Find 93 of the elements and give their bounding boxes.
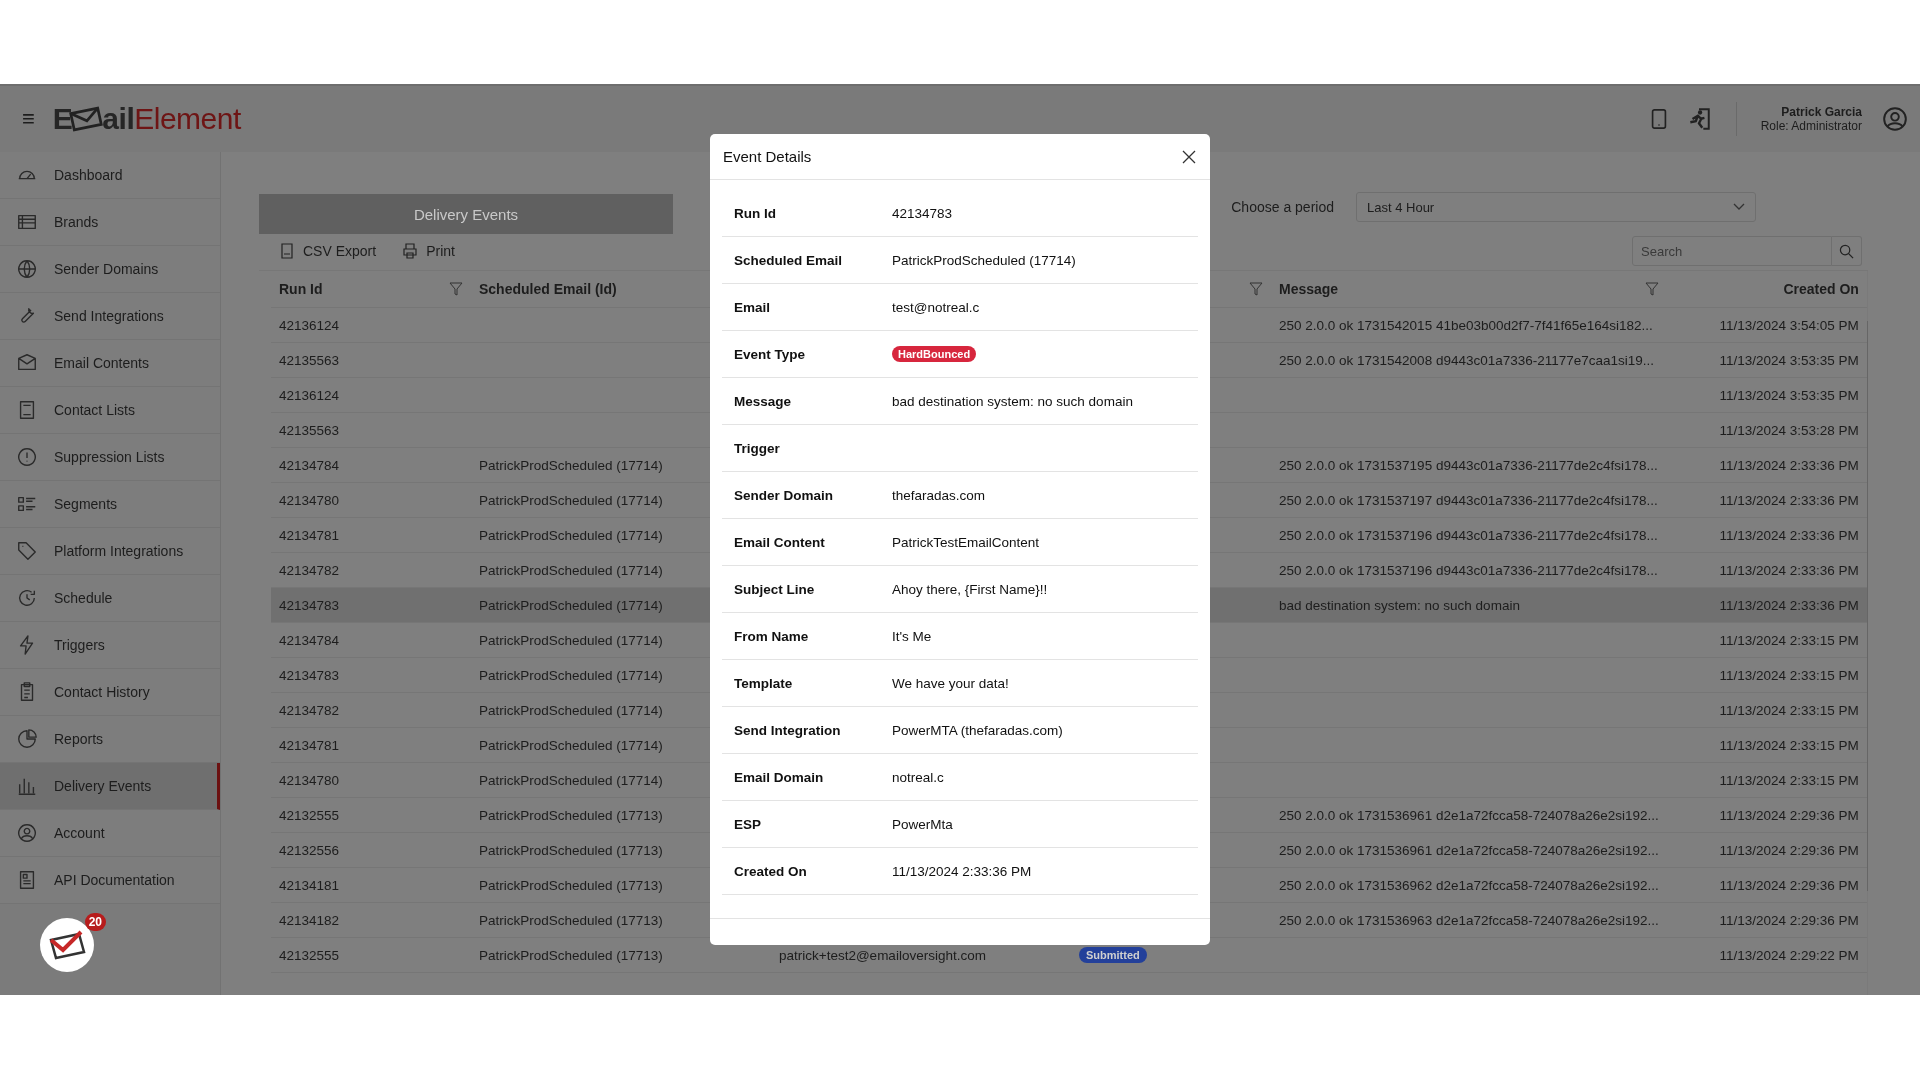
field-value: notreal.c — [892, 769, 944, 785]
table-cell: 42134781 — [279, 527, 340, 543]
table-cell: 11/13/2024 3:53:35 PM — [1719, 387, 1859, 403]
table-cell: 250 2.0.0 ok 1731536961 d2e1a72fcca58-724078a26e2si192... — [1279, 807, 1659, 823]
table-cell: PatrickProdScheduled (17713) — [479, 842, 663, 858]
field-label: Sender Domain — [734, 487, 835, 503]
table-cell: PatrickProdScheduled (17714) — [479, 632, 663, 648]
field-label: Event Type — [734, 346, 807, 362]
field-label: Email Content — [734, 534, 826, 550]
field-label: Email — [734, 299, 772, 315]
status-badge: HardBounced — [892, 346, 977, 362]
table-cell: 11/13/2024 2:33:15 PM — [1719, 667, 1859, 683]
table-cell: PatrickProdScheduled (17713) — [479, 807, 663, 823]
table-cell: 250 2.0.0 ok 1731537197 d9443c01a7336-21177de2c4fsi178... — [1279, 492, 1658, 508]
table-cell: 11/13/2024 2:33:36 PM — [1719, 527, 1859, 543]
table-cell: 42134181 — [279, 877, 340, 893]
table-cell: PatrickProdScheduled (17714) — [479, 597, 663, 613]
table-cell: PatrickProdScheduled (17714) — [479, 702, 663, 718]
field-value: We have your data! — [892, 675, 1009, 691]
table-cell: 11/13/2024 3:53:28 PM — [1719, 422, 1859, 438]
table-cell: 11/13/2024 2:29:36 PM — [1719, 842, 1859, 858]
field-label: Email Domain — [734, 769, 825, 785]
notification-count: 20 — [84, 913, 106, 931]
table-cell: PatrickProdScheduled (17714) — [479, 492, 663, 508]
table-cell: 42134784 — [279, 632, 340, 648]
table-cell: 42134781 — [279, 737, 340, 753]
table-cell: patrick+test2@emailoversight.com — [779, 947, 986, 963]
table-cell: bad destination system: no such domain — [1279, 597, 1520, 613]
table-cell: 250 2.0.0 ok 1731537196 d9443c01a7336-21177de2c4fsi178... — [1279, 527, 1658, 543]
period-label: Choose a period — [1231, 199, 1334, 215]
table-cell: 250 2.0.0 ok 1731542008 d9443c01a7336-21177e7caa1si19... — [1279, 352, 1655, 368]
table-cell: 11/13/2024 2:29:36 PM — [1719, 807, 1859, 823]
table-cell: 42132555 — [279, 947, 340, 963]
table-cell: PatrickProdScheduled (17714) — [479, 457, 663, 473]
table-cell: PatrickProdScheduled (17714) — [479, 562, 663, 578]
table-cell: 42134782 — [279, 562, 340, 578]
table-cell: 42135563 — [279, 422, 340, 438]
field-label: Scheduled Email — [734, 252, 844, 268]
field-value: PatrickProdScheduled (17714) — [892, 252, 1076, 268]
table-cell: 250 2.0.0 ok 1731537196 d9443c01a7336-21177de2c4fsi178... — [1279, 562, 1658, 578]
field-label: From Name — [734, 628, 810, 644]
table-cell: 42134784 — [279, 457, 340, 473]
table-cell: 42132556 — [279, 842, 340, 858]
table-cell: 11/13/2024 3:53:35 PM — [1719, 352, 1859, 368]
table-cell: 42136124 — [279, 317, 340, 333]
table-cell: 42134783 — [279, 667, 340, 683]
table-cell: 11/13/2024 2:33:15 PM — [1719, 632, 1859, 648]
table-cell: 42132555 — [279, 807, 340, 823]
dialog-title: Event Details — [723, 148, 812, 165]
field-value: It's Me — [892, 628, 932, 644]
table-cell: PatrickProdScheduled (17713) — [479, 947, 663, 963]
table-cell: PatrickProdScheduled (17714) — [479, 667, 663, 683]
status-badge: Submitted — [1079, 947, 1147, 963]
table-cell: 11/13/2024 2:29:22 PM — [1719, 947, 1859, 963]
table-cell: 42134783 — [279, 597, 340, 613]
table-cell: 11/13/2024 2:33:36 PM — [1719, 492, 1859, 508]
table-cell: 11/13/2024 2:33:15 PM — [1719, 737, 1859, 753]
field-label: Message — [734, 393, 793, 409]
table-cell: 11/13/2024 2:33:36 PM — [1719, 457, 1859, 473]
table-cell: 42136124 — [279, 387, 340, 403]
field-value: PatrickTestEmailContent — [892, 534, 1040, 550]
table-cell: PatrickProdScheduled (17714) — [479, 527, 663, 543]
table-cell: 11/13/2024 3:54:05 PM — [1719, 317, 1859, 333]
table-cell: 42134782 — [279, 702, 340, 718]
table-cell: PatrickProdScheduled (17713) — [479, 877, 663, 893]
table-cell: 42135563 — [279, 352, 340, 368]
field-value: test@notreal.c — [892, 299, 980, 315]
field-value: PowerMta — [892, 816, 953, 832]
table-cell: 250 2.0.0 ok 1731536963 d2e1a72fcca58-724078a26e2si192... — [1279, 912, 1659, 928]
table-cell: 11/13/2024 2:33:15 PM — [1719, 772, 1859, 788]
field-label: Template — [734, 675, 794, 691]
table-cell: 250 2.0.0 ok 1731536961 d2e1a72fcca58-724078a26e2si192... — [1279, 842, 1659, 858]
table-cell: 250 2.0.0 ok 1731536962 d2e1a72fcca58-724078a26e2si192... — [1279, 877, 1659, 893]
table-cell: PatrickProdScheduled (17714) — [479, 737, 663, 753]
field-value: thefaradas.com — [892, 487, 986, 503]
table-cell: 11/13/2024 2:29:36 PM — [1719, 877, 1859, 893]
field-value: bad destination system: no such domain — [892, 393, 1133, 409]
table-cell: 42134780 — [279, 772, 340, 788]
table-cell: 250 2.0.0 ok 1731542015 41be03b00d2f7-7f41f65e164si182... — [1279, 317, 1653, 333]
table-cell: 11/13/2024 2:33:36 PM — [1719, 597, 1859, 613]
table-cell: 42134182 — [279, 912, 340, 928]
field-label: Run Id — [734, 205, 777, 221]
table-cell: 11/13/2024 2:33:15 PM — [1719, 702, 1859, 718]
table-cell: 11/13/2024 2:33:36 PM — [1719, 562, 1859, 578]
table-cell: 250 2.0.0 ok 1731537195 d9443c01a7336-21177de2c4fsi178... — [1279, 457, 1658, 473]
user-name: Patrick Garcia — [1781, 105, 1862, 119]
table-cell: 42134780 — [279, 492, 340, 508]
table-cell: 11/13/2024 2:29:36 PM — [1719, 912, 1859, 928]
table-cell: PatrickProdScheduled (17713) — [479, 912, 663, 928]
table-cell: PatrickProdScheduled (17714) — [479, 772, 663, 788]
field-value: 42134783 — [892, 205, 953, 221]
user-role: Role: Administrator — [1760, 119, 1862, 133]
field-label: ESP — [734, 816, 762, 832]
